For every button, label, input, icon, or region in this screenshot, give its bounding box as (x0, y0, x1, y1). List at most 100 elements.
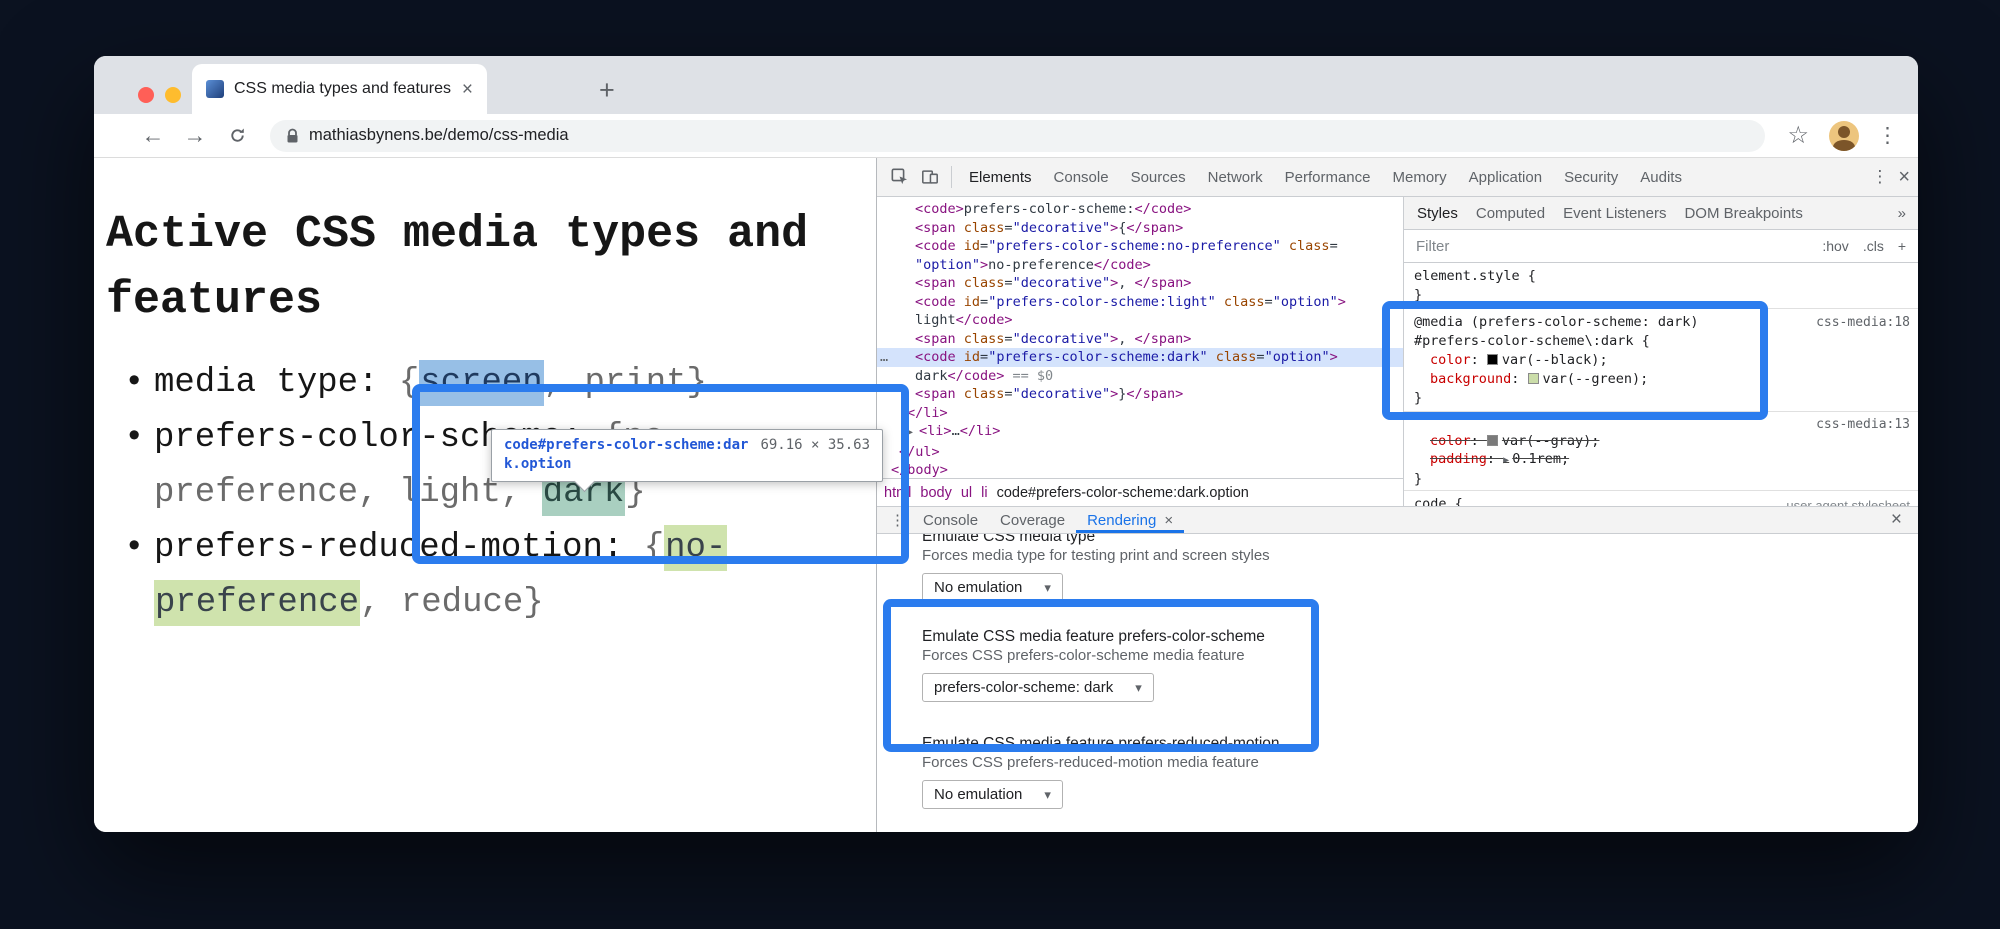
css-property[interactable]: color: var(--black); (1414, 351, 1908, 370)
selector-text: #prefers-color-scheme\:dark { (1414, 332, 1908, 351)
devtools-tab-security[interactable]: Security (1553, 158, 1629, 196)
expand-icon: ▶ (1503, 455, 1509, 466)
drawer-tab-bar: ⋮ ConsoleCoverageRendering× × (877, 506, 1918, 534)
dom-tree-line[interactable]: <span class="decorative">}</span> (877, 385, 1403, 404)
dom-tree-line[interactable]: <code id="prefers-color-scheme:light" cl… (877, 293, 1403, 312)
styles-filter-bar: Filter :hov .cls + (1404, 230, 1918, 263)
dom-tree-line[interactable]: …<code id="prefers-color-scheme:dark" cl… (877, 348, 1403, 367)
dom-tree-line[interactable]: light</code> (877, 311, 1403, 330)
dom-tree-line[interactable]: ▶ <li>…</li> (877, 422, 1403, 443)
dom-tree-line[interactable]: </ul> (877, 443, 1403, 462)
devtools-tab-sources[interactable]: Sources (1120, 158, 1197, 196)
close-window-button[interactable] (138, 87, 154, 103)
emulation-description: Forces media type for testing print and … (922, 547, 1918, 564)
styles-tab-dom-breakpoints[interactable]: DOM Breakpoints (1675, 205, 1811, 222)
page-text-segment: media type: (154, 364, 399, 402)
page-text-segment: , reduce} (360, 584, 544, 622)
devtools-tab-bar: ElementsConsoleSourcesNetworkPerformance… (877, 158, 1918, 197)
address-bar[interactable]: mathiasbynens.be/demo/css-media (270, 120, 1765, 152)
devtools-drawer: ⋮ ConsoleCoverageRendering× × Emulate CS… (877, 506, 1918, 832)
css-property[interactable]: padding: ▶0.1rem; (1414, 450, 1908, 470)
styles-tab-event-listeners[interactable]: Event Listeners (1554, 205, 1675, 222)
filter-input[interactable]: Filter (1416, 238, 1449, 255)
drawer-tab-close-icon[interactable]: × (1164, 512, 1173, 529)
devtools-tab-network[interactable]: Network (1197, 158, 1274, 196)
devtools-tab-audits[interactable]: Audits (1629, 158, 1693, 196)
page-title: Active CSS media types and features (94, 158, 876, 334)
style-rule-overridden[interactable]: css-media:13 color: var(--gray);padding:… (1404, 412, 1918, 491)
drawer-tab-console[interactable]: Console (912, 507, 989, 533)
css-property[interactable]: color: var(--gray); (1414, 432, 1908, 450)
dom-tree-line[interactable]: "option">no-preference</code> (877, 256, 1403, 275)
devtools-menu-icon[interactable]: ⋮ (1871, 167, 1888, 187)
dom-tree-line[interactable]: <span class="decorative">{</span> (877, 219, 1403, 238)
breadcrumb-item[interactable]: li (981, 485, 987, 501)
dom-tree-line[interactable]: <code id="prefers-color-scheme:no-prefer… (877, 237, 1403, 256)
source-link[interactable]: css-media:18 (1816, 313, 1910, 332)
style-rule-media-dark[interactable]: css-media:18 @media (prefers-color-schem… (1404, 309, 1918, 412)
dom-tree-line[interactable]: dark</code> == $0 (877, 367, 1403, 386)
back-icon[interactable]: ← (134, 118, 172, 154)
dom-tree-line[interactable]: </li> (877, 404, 1403, 423)
devtools-tab-memory[interactable]: Memory (1382, 158, 1458, 196)
devtools-tab-console[interactable]: Console (1043, 158, 1120, 196)
bookmark-star-icon[interactable]: ☆ (1779, 121, 1817, 150)
dom-tree-line[interactable]: <span class="decorative">, </span> (877, 330, 1403, 349)
breadcrumb: html bodyulli code#prefers-color-scheme:da… (877, 478, 1403, 506)
inspect-element-icon[interactable] (885, 162, 915, 192)
styles-tab-computed[interactable]: Computed (1467, 205, 1554, 222)
drawer-tab-coverage[interactable]: Coverage (989, 507, 1076, 533)
minimize-window-button[interactable] (165, 87, 181, 103)
tab-close-icon[interactable]: × (462, 80, 473, 99)
emulation-section: Emulate CSS media typeForces media type … (922, 534, 1918, 602)
devtools-tab-application[interactable]: Application (1458, 158, 1553, 196)
dom-tree-line[interactable]: <span class="decorative">, </span> (877, 274, 1403, 293)
devtools-panel: ElementsConsoleSourcesNetworkPerformance… (877, 158, 1918, 832)
emulation-section: Emulate CSS media feature prefers-color-… (922, 628, 1918, 702)
breadcrumb-item[interactable]: html (884, 485, 911, 501)
drawer-tab-rendering[interactable]: Rendering× (1076, 507, 1184, 533)
emulation-description: Forces CSS prefers-color-scheme media fe… (922, 647, 1918, 664)
breadcrumb-item[interactable]: body (920, 485, 951, 501)
emulation-select[interactable]: prefers-color-scheme: dark▾ (922, 673, 1154, 702)
dom-tree-line[interactable]: </body> (877, 461, 1403, 478)
browser-tab[interactable]: CSS media types and features × (192, 64, 487, 114)
devtools-tab-elements[interactable]: Elements (958, 158, 1043, 196)
devtools-close-icon[interactable]: × (1898, 166, 1910, 189)
emulation-select[interactable]: No emulation▾ (922, 573, 1063, 602)
style-rule-element-style[interactable]: element.style { } (1404, 263, 1918, 309)
new-style-rule-icon[interactable]: + (1898, 238, 1906, 254)
class-toggle[interactable]: .cls (1863, 238, 1884, 254)
emulation-title: Emulate CSS media feature prefers-reduce… (922, 735, 1918, 753)
drawer-menu-icon[interactable]: ⋮ (883, 511, 912, 529)
style-rule-user-agent[interactable]: user agent stylesheet code { (1404, 491, 1918, 506)
browser-window: CSS media types and features × + ← → mat… (94, 56, 1918, 832)
devtools-tab-performance[interactable]: Performance (1274, 158, 1382, 196)
browser-menu-icon[interactable]: ⋮ (1871, 123, 1904, 148)
styles-tab-styles[interactable]: Styles (1408, 205, 1467, 222)
element-dimensions: 69.16 × 35.63 (760, 437, 870, 453)
breadcrumb-item[interactable]: ul (961, 485, 972, 501)
styles-tab-bar: StylesComputedEvent ListenersDOM Breakpo… (1404, 197, 1918, 230)
more-tabs-icon[interactable]: » (1890, 205, 1914, 222)
hidden-rule-marker: … (880, 348, 888, 367)
drawer-close-icon[interactable]: × (1881, 509, 1912, 531)
css-property[interactable]: background: var(--green); (1414, 370, 1908, 389)
breadcrumb-item[interactable]: code#prefers-color-scheme:dark.option (997, 485, 1249, 501)
emulation-select[interactable]: No emulation▾ (922, 780, 1063, 809)
dom-tree-line[interactable]: <code>prefers-color-scheme:</code> (877, 200, 1403, 219)
inspect-tooltip: code#prefers-color-scheme:dar69.16 × 35.… (491, 429, 883, 482)
reload-icon[interactable] (218, 118, 256, 154)
tab-strip: CSS media types and features × + (94, 56, 1918, 114)
new-tab-button[interactable]: + (599, 77, 615, 104)
device-toolbar-icon[interactable] (915, 162, 945, 192)
source-link[interactable]: css-media:13 (1816, 416, 1910, 434)
emulation-title: Emulate CSS media type (922, 534, 1918, 546)
profile-avatar[interactable] (1829, 121, 1859, 151)
page-list-line: preference, reduce} (94, 576, 876, 631)
pseudo-state-toggle[interactable]: :hov (1822, 238, 1848, 254)
dom-tree: <code>prefers-color-scheme:</code><span … (877, 197, 1403, 478)
page-text-segment: screen (419, 360, 543, 406)
forward-icon[interactable]: → (176, 118, 214, 154)
bullet-marker: • (124, 356, 144, 411)
